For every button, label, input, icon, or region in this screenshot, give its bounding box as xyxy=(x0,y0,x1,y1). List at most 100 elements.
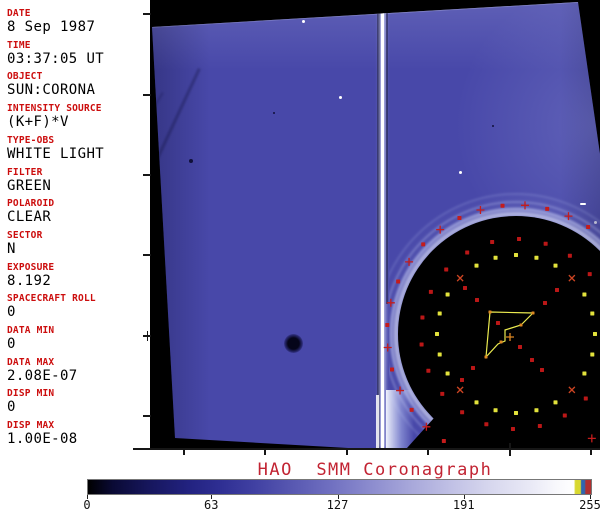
middle-red-ring-dot xyxy=(428,289,433,294)
field-label: EXPOSURE xyxy=(7,261,55,273)
middle-red-ring-dot xyxy=(440,391,445,396)
field-value: (K+F)*V xyxy=(7,114,69,131)
middle-red-ring-dot xyxy=(465,250,470,255)
smm-coronagraph-viewer: { "sidebar": { "label_color": "#cc0d0d",… xyxy=(0,0,600,512)
middle-red-ring-dot xyxy=(420,315,425,320)
middle-red-ring-dot xyxy=(426,368,431,373)
bottom-axis-tick xyxy=(427,449,429,455)
colorbar-tick-label: 191 xyxy=(452,498,475,512)
diagonal-mark xyxy=(530,358,534,362)
left-axis-tick xyxy=(143,13,151,15)
outer-red-ring-dot xyxy=(385,323,390,328)
bottom-axis-tick xyxy=(346,449,348,455)
outer-red-ring-dot xyxy=(500,203,505,208)
middle-red-ring-dot xyxy=(510,426,515,431)
field-value: CLEAR xyxy=(7,209,52,226)
middle-red-ring-dot xyxy=(517,237,522,242)
field-label: DISP MIN xyxy=(7,388,55,400)
middle-red-ring-dot xyxy=(460,410,465,415)
polygon-vertex xyxy=(531,311,535,315)
field-value: SUN:CORONA xyxy=(7,82,96,99)
middle-red-ring-dot xyxy=(562,413,567,418)
left-axis-tick-cross xyxy=(146,330,148,341)
metadata-field: DISP MAX 1.00E-08 xyxy=(7,420,149,447)
outer-red-ring-dot xyxy=(389,367,394,372)
outer-red-ring-dot xyxy=(396,279,401,284)
metadata-field: POLAROID CLEAR xyxy=(7,198,149,225)
yellow-ring-dot xyxy=(435,332,439,336)
yellow-ring-dot xyxy=(474,263,479,268)
polygon-vertex xyxy=(488,310,492,314)
field-label: FILTER xyxy=(7,166,43,178)
yellow-ring-dot xyxy=(593,332,597,336)
field-value: WHITE LIGHT xyxy=(7,145,105,162)
yellow-ring-dot xyxy=(437,352,442,357)
yellow-ring-dot xyxy=(514,411,518,415)
field-value: 8 Sep 1987 xyxy=(7,19,96,35)
middle-red-ring-dot xyxy=(490,240,495,245)
metadata-field: TIME 03:37:05 UT xyxy=(7,40,149,67)
field-label: SECTOR xyxy=(7,229,43,241)
diagonal-mark xyxy=(463,286,467,290)
yellow-ring-dot xyxy=(514,253,518,257)
field-label: TYPE-OBS xyxy=(7,134,55,146)
metadata-field: DATA MAX 2.08E-07 xyxy=(7,357,149,384)
metadata-field: DATE 8 Sep 1987 xyxy=(7,8,149,35)
colorbar-tick-label: 127 xyxy=(326,498,349,512)
yellow-ring-dot xyxy=(590,311,595,316)
field-value: 2.08E-07 xyxy=(7,367,78,384)
yellow-ring-dot xyxy=(445,371,450,376)
outer-red-ring-dot xyxy=(409,407,414,412)
middle-red-ring-dot xyxy=(567,253,572,258)
middle-red-ring-dot xyxy=(583,396,588,401)
coronagraph-image-canvas[interactable] xyxy=(150,0,600,448)
colorbar-tick-label: 63 xyxy=(204,498,219,512)
diagonal-mark xyxy=(475,298,479,302)
metadata-field: SPACECRAFT ROLL 0 xyxy=(7,293,149,320)
left-axis-tick xyxy=(143,415,151,417)
field-value: 1.00E-08 xyxy=(7,431,78,448)
field-value: 8.192 xyxy=(7,272,52,289)
metadata-field: DATA MIN 0 xyxy=(7,325,149,352)
yellow-ring-dot xyxy=(534,408,539,413)
outer-red-ring-dot xyxy=(586,225,591,230)
frame-axis-line xyxy=(133,448,600,450)
middle-red-ring-dot xyxy=(543,241,548,246)
middle-red-ring-dot xyxy=(444,267,449,272)
metadata-field: TYPE-OBS WHITE LIGHT xyxy=(7,135,149,162)
field-label: INTENSITY SOURCE xyxy=(7,103,102,115)
outer-red-ring-dot xyxy=(457,216,462,221)
colorbar-tick-label: 0 xyxy=(83,498,91,512)
field-label: SPACECRAFT ROLL xyxy=(7,293,96,305)
field-value: 0 xyxy=(7,336,16,352)
plot-title: HAO SMM Coronagraph xyxy=(257,460,493,480)
left-axis-tick xyxy=(143,94,151,96)
field-label: DISP MAX xyxy=(7,420,55,432)
colorbar-tick-label: 255 xyxy=(579,498,600,512)
outer-red-ring-dot xyxy=(421,242,426,247)
diagonal-mark xyxy=(460,378,464,382)
metadata-field: SECTOR N xyxy=(7,230,149,257)
middle-red-ring-dot xyxy=(419,342,424,347)
outer-red-ring-dot xyxy=(441,438,446,443)
yellow-ring-dot xyxy=(534,255,539,260)
yellow-ring-dot xyxy=(582,371,587,376)
metadata-field: OBJECT SUN:CORONA xyxy=(7,71,149,98)
occulter-overlay-graphics xyxy=(383,193,600,448)
polygon-vertex xyxy=(519,323,523,327)
bottom-axis-tick xyxy=(264,449,266,455)
yellow-ring-dot xyxy=(590,352,595,357)
left-axis-tick xyxy=(143,174,151,176)
field-label: DATA MAX xyxy=(7,356,55,368)
field-label: TIME xyxy=(7,39,31,51)
field-label: POLAROID xyxy=(7,198,55,210)
metadata-sidebar: DATE 8 Sep 1987 TIME 03:37:05 UT OBJECT SUN:C… xyxy=(0,0,150,448)
diagonal-mark xyxy=(543,301,547,305)
bottom-axis-tick xyxy=(590,449,592,455)
metadata-field: DISP MIN 0 xyxy=(7,388,149,415)
field-value: 0 xyxy=(7,399,16,416)
diagonal-mark xyxy=(555,288,559,292)
middle-red-ring-dot xyxy=(537,423,542,428)
outer-red-ring-dot xyxy=(545,206,550,211)
metadata-field: INTENSITY SOURCE (K+F)*V xyxy=(7,103,149,130)
